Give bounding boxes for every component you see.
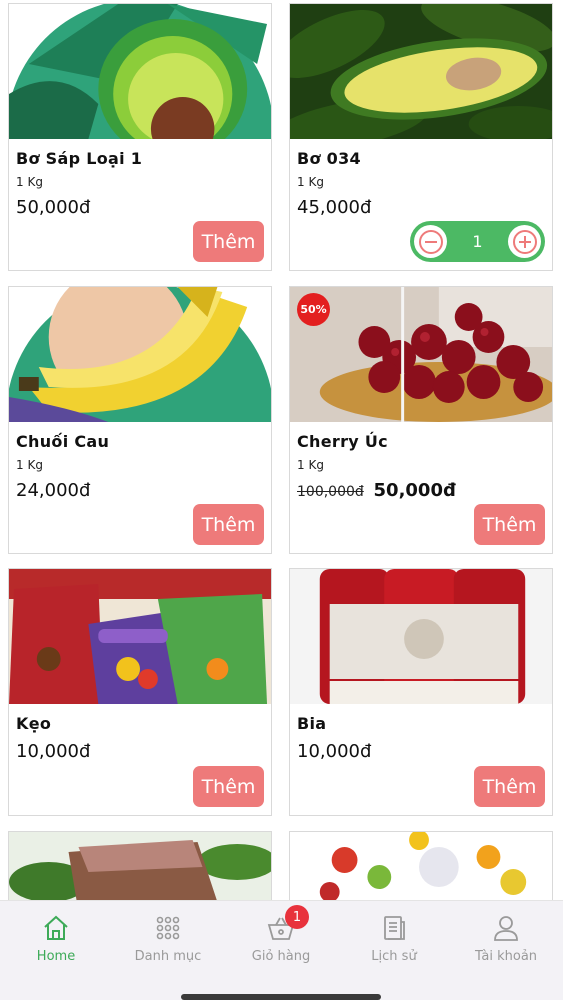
sale-price: 50,000đ [373, 480, 456, 501]
grid-icon [153, 913, 183, 943]
product-image-avocado-034 [290, 4, 552, 139]
quantity-stepper: 1 [410, 221, 545, 262]
product-price: 50,000đ [16, 197, 91, 218]
product-image-meat [9, 832, 271, 900]
add-to-cart-button[interactable]: Thêm [193, 504, 264, 545]
product-price: 100,000đ 50,000đ [297, 480, 456, 501]
plus-icon[interactable] [508, 225, 541, 258]
product-card[interactable]: Bơ Sáp Loại 1 1 Kg 50,000đ Thêm [8, 3, 272, 271]
product-name: Bơ Sáp Loại 1 [16, 149, 143, 168]
tab-label: Lịch sử [371, 949, 417, 964]
product-image-banana [9, 287, 271, 422]
product-unit: 1 Kg [16, 458, 43, 472]
tab-label: Giỏ hàng [251, 949, 311, 964]
product-card[interactable] [8, 831, 272, 900]
tab-home[interactable]: Home [0, 909, 112, 979]
product-card[interactable] [289, 831, 553, 900]
product-card[interactable]: Bơ 034 1 Kg 45,000đ 1 [289, 3, 553, 271]
user-icon [491, 913, 521, 943]
bottom-tab-bar: Home Danh mục 1 Giỏ hàng Lịch sử Tài kho… [0, 900, 563, 1000]
product-card[interactable]: Chuối Cau 1 Kg 24,000đ Thêm [8, 286, 272, 554]
product-price: 10,000đ [297, 741, 372, 762]
product-card[interactable]: Bia 10,000đ Thêm [289, 568, 553, 816]
product-name: Cherry Úc [297, 432, 388, 451]
tab-label: Home [36, 949, 76, 964]
tab-label: Tài khoản [474, 949, 538, 964]
product-name: Kẹo [16, 714, 52, 733]
product-unit: 1 Kg [297, 175, 324, 189]
add-to-cart-button[interactable]: Thêm [474, 766, 545, 807]
add-to-cart-button[interactable]: Thêm [193, 766, 264, 807]
product-image-beer [290, 569, 552, 704]
quantity-value: 1 [472, 232, 483, 251]
product-name: Bia [297, 714, 327, 733]
tab-label: Danh mục [134, 949, 202, 964]
home-indicator [181, 994, 381, 1000]
product-price: 10,000đ [16, 741, 91, 762]
product-card[interactable]: Kẹo 10,000đ Thêm [8, 568, 272, 816]
old-price: 100,000đ [297, 484, 364, 500]
product-card[interactable]: 50% Cherry Úc 1 Kg 100,000đ 50,000đ Thêm [289, 286, 553, 554]
tab-account[interactable]: Tài khoản [450, 909, 562, 979]
tab-cart[interactable]: 1 Giỏ hàng [225, 905, 337, 979]
add-to-cart-button[interactable]: Thêm [193, 221, 264, 262]
basket-icon: 1 [266, 905, 309, 943]
product-image-candy [9, 569, 271, 704]
cart-badge: 1 [285, 905, 309, 929]
discount-badge: 50% [297, 293, 330, 326]
product-image-avocado [9, 4, 271, 139]
product-name: Chuối Cau [16, 432, 110, 451]
product-price: 24,000đ [16, 480, 91, 501]
minus-icon[interactable] [414, 225, 447, 258]
product-unit: 1 Kg [297, 458, 324, 472]
add-to-cart-button[interactable]: Thêm [474, 504, 545, 545]
product-unit: 1 Kg [16, 175, 43, 189]
product-price: 45,000đ [297, 197, 372, 218]
product-image-vitamins [290, 832, 552, 900]
tab-categories[interactable]: Danh mục [112, 909, 224, 979]
product-name: Bơ 034 [297, 149, 361, 168]
history-icon [379, 913, 409, 943]
home-icon [41, 913, 71, 943]
product-grid: Bơ Sáp Loại 1 1 Kg 50,000đ Thêm Bơ 034 1… [0, 0, 563, 900]
tab-history[interactable]: Lịch sử [338, 909, 450, 979]
